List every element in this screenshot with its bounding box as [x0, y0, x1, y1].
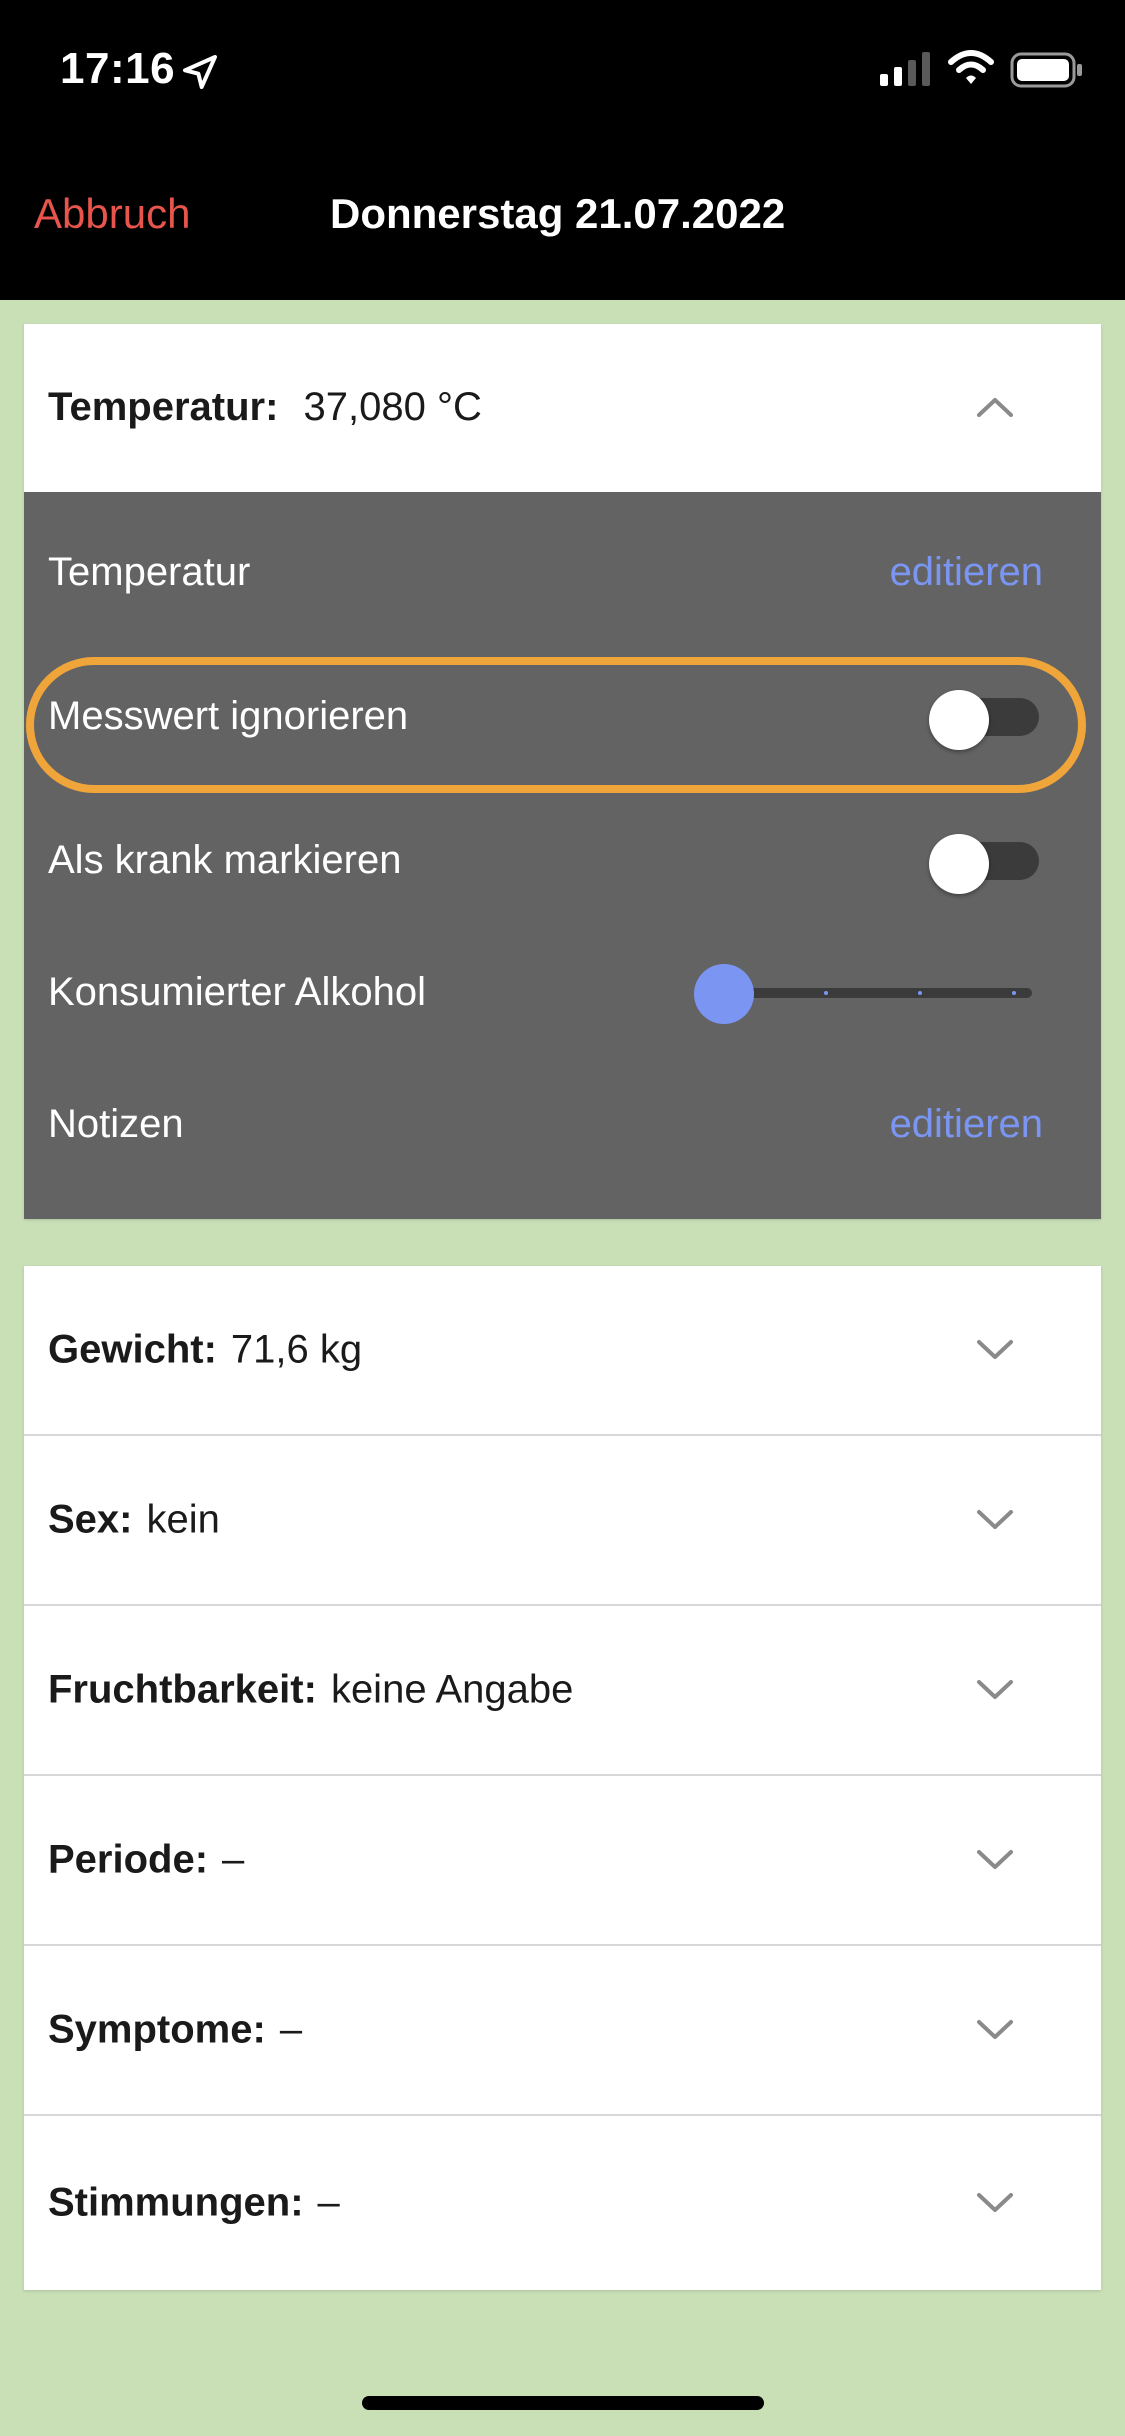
- home-indicator: [362, 2396, 764, 2410]
- row-label: Fruchtbarkeit:: [48, 1667, 317, 1712]
- row-value: –: [279, 2007, 303, 2052]
- cellular-signal-icon: [880, 52, 930, 86]
- temperature-summary: Temperatur: 37,080 °C: [48, 385, 482, 430]
- temperature-header[interactable]: Temperatur: 37,080 °C: [24, 324, 1101, 490]
- chevron-down-icon[interactable]: [975, 2191, 1015, 2215]
- row-label: Gewicht:: [48, 1327, 217, 1372]
- ignore-measurement-toggle[interactable]: [929, 690, 1039, 750]
- chevron-down-icon[interactable]: [975, 2018, 1015, 2042]
- parameters-list: Gewicht: 71,6 kg Sex: kein Fruchtbarkeit: k…: [24, 1266, 1101, 2290]
- notes-label: Notizen: [48, 1102, 184, 1146]
- temperature-header-value: 37,080 °C: [303, 384, 482, 429]
- temperature-card: Temperatur: 37,080 °C Temperatur editier…: [24, 324, 1101, 1219]
- mark-sick-label: Als krank markieren: [48, 838, 402, 882]
- toggle-knob: [929, 834, 989, 894]
- alcohol-label: Konsumierter Alkohol: [48, 970, 426, 1014]
- chevron-up-icon[interactable]: [975, 395, 1015, 419]
- list-item-fertility[interactable]: Fruchtbarkeit: keine Angabe: [24, 1606, 1101, 1776]
- notes-edit-link[interactable]: editieren: [890, 1102, 1043, 1147]
- chevron-down-icon[interactable]: [975, 1848, 1015, 1872]
- temperature-edit-link[interactable]: editieren: [890, 550, 1043, 595]
- row-value: –: [317, 2180, 340, 2225]
- location-arrow-icon: [183, 55, 217, 89]
- slider-step-dot: [918, 991, 922, 995]
- temperature-detail-label: Temperatur: [48, 550, 251, 594]
- row-label: Stimmungen:: [48, 2180, 304, 2225]
- row-label: Periode:: [48, 1837, 209, 1882]
- list-item-symptoms[interactable]: Symptome: –: [24, 1946, 1101, 2116]
- wifi-icon: [948, 50, 994, 84]
- alcohol-slider[interactable]: [694, 952, 1054, 1032]
- chevron-down-icon[interactable]: [975, 1508, 1015, 1532]
- list-item-weight[interactable]: Gewicht: 71,6 kg: [24, 1266, 1101, 1436]
- temperature-header-label: Temperatur:: [48, 384, 279, 429]
- row-value: –: [222, 1837, 245, 1882]
- cancel-button[interactable]: Abbruch: [34, 190, 190, 238]
- slider-step-dot: [824, 991, 828, 995]
- ignore-measurement-label: Messwert ignorieren: [48, 694, 409, 738]
- slider-thumb[interactable]: [694, 964, 754, 1024]
- toggle-knob: [929, 690, 989, 750]
- chevron-down-icon[interactable]: [975, 1678, 1015, 1702]
- row-value: kein: [146, 1497, 220, 1542]
- list-item-sex[interactable]: Sex: kein: [24, 1436, 1101, 1606]
- slider-track: [724, 988, 1032, 998]
- row-value: 71,6 kg: [230, 1327, 363, 1372]
- temperature-details-panel: Temperatur editieren Messwert ignorieren…: [24, 492, 1101, 1219]
- list-item-period[interactable]: Periode: –: [24, 1776, 1101, 1946]
- row-label: Symptome:: [48, 2007, 266, 2052]
- top-bar: 17:16 Abbruch Donnerstag 21.07.2022: [0, 0, 1125, 300]
- status-time: 17:16: [60, 44, 176, 93]
- mark-sick-toggle[interactable]: [929, 834, 1039, 894]
- row-value: keine Angabe: [330, 1667, 574, 1712]
- row-label: Sex:: [48, 1497, 133, 1542]
- chevron-down-icon[interactable]: [975, 1338, 1015, 1362]
- list-item-moods[interactable]: Stimmungen: –: [24, 2116, 1101, 2290]
- slider-step-dot: [1012, 991, 1016, 995]
- page-title: Donnerstag 21.07.2022: [330, 190, 786, 237]
- battery-icon: [1010, 52, 1082, 88]
